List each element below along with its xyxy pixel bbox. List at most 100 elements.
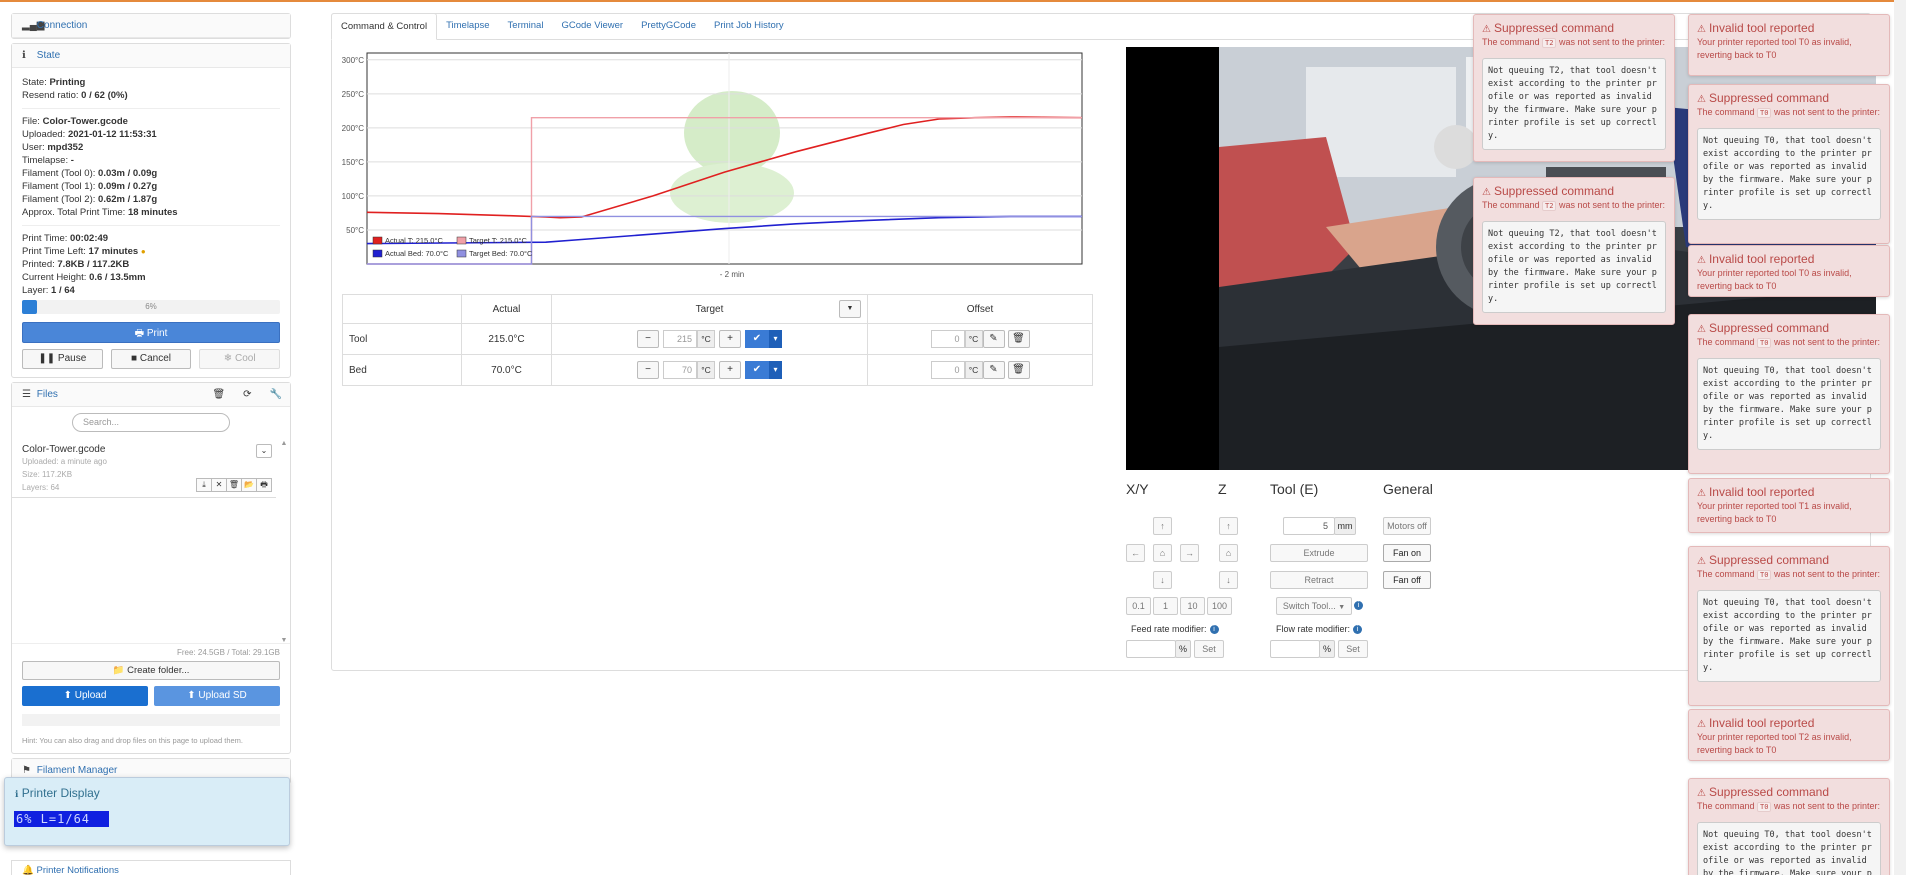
flow-rate-set-button[interactable]: Set xyxy=(1338,640,1368,658)
suppressed-command-toast[interactable]: ⚠ Suppressed command The command T0 was no… xyxy=(1688,84,1890,244)
upload-sd-button[interactable]: ⬆ Upload SD xyxy=(154,686,280,706)
toast-text-pre: The command xyxy=(1482,200,1543,210)
invalid-tool-toast[interactable]: ⚠ Invalid tool reported Your printer repor… xyxy=(1688,478,1890,533)
fan-off-button[interactable]: Fan off xyxy=(1383,571,1431,589)
download-icon[interactable]: ⤓ xyxy=(196,478,212,492)
suppressed-command-toast[interactable]: ⚠ Suppressed command The command T2 was no… xyxy=(1473,14,1675,162)
decrease-target-button[interactable]: − xyxy=(637,330,659,348)
remove-icon[interactable]: ✕ xyxy=(211,478,227,492)
switch-tool-dropdown[interactable]: Switch Tool... ▼ xyxy=(1276,597,1352,615)
step-10-button[interactable]: 10 xyxy=(1180,597,1205,615)
step-1-button[interactable]: 1 xyxy=(1153,597,1178,615)
set-target-button[interactable]: ✔ xyxy=(745,330,769,348)
jog-y-plus-button[interactable]: ↑ xyxy=(1153,517,1172,535)
feed-rate-set-button[interactable]: Set xyxy=(1194,640,1224,658)
switch-tool-info-icon[interactable]: i xyxy=(1354,601,1363,610)
home-z-button[interactable]: ⌂ xyxy=(1219,544,1238,562)
upload-button[interactable]: ⬆ Upload xyxy=(22,686,148,706)
fan-on-button[interactable]: Fan on xyxy=(1383,544,1431,562)
create-folder-button[interactable]: 📁 Create folder... xyxy=(22,661,280,680)
target-dropdown-icon[interactable]: ▼ xyxy=(839,300,861,318)
invalid-tool-toast[interactable]: ⚠ Invalid tool reported Your printer repor… xyxy=(1688,709,1890,761)
connection-header[interactable]: ▂▄▆ Connection xyxy=(12,14,290,38)
target-options-button[interactable]: ▾ xyxy=(769,361,782,379)
home-xy-button[interactable]: ⌂ xyxy=(1153,544,1172,562)
delete-offset-button[interactable]: 🗑 xyxy=(1007,330,1030,348)
tab-terminal[interactable]: Terminal xyxy=(499,13,553,40)
set-target-button[interactable]: ✔ xyxy=(745,361,769,379)
retract-button[interactable]: Retract xyxy=(1270,571,1368,589)
feed-rate-input[interactable] xyxy=(1126,640,1176,658)
suppressed-command-toast[interactable]: ⚠ Suppressed command The command T2 was no… xyxy=(1473,177,1675,325)
increase-target-button[interactable]: + xyxy=(719,361,741,379)
scroll-down-icon[interactable]: ▼ xyxy=(280,637,288,644)
target-input[interactable]: 70 xyxy=(663,361,697,379)
suppressed-command-toast[interactable]: ⚠ Suppressed command The command T0 was no… xyxy=(1688,546,1890,706)
tab-print-job-history[interactable]: Print Job History xyxy=(705,13,793,40)
target-input[interactable]: 215 xyxy=(663,330,697,348)
edit-offset-button[interactable]: ✎ xyxy=(982,330,1005,348)
load-icon[interactable]: 📂 xyxy=(241,478,257,492)
step-100-button[interactable]: 100 xyxy=(1207,597,1232,615)
edit-offset-button[interactable]: ✎ xyxy=(982,361,1005,379)
folder-icon: 📁 xyxy=(112,665,125,676)
tab-timelapse[interactable]: Timelapse xyxy=(437,13,498,40)
cancel-button[interactable]: ■ Cancel xyxy=(110,349,192,369)
state-key: Uploaded: xyxy=(22,129,68,140)
invalid-tool-toast[interactable]: ⚠ Invalid tool reported Your printer repor… xyxy=(1688,14,1890,76)
offset-unit: °C xyxy=(964,361,983,379)
trash-icon[interactable]: 🗑 xyxy=(212,383,225,407)
xy-heading: X/Y xyxy=(1126,481,1149,497)
file-item[interactable]: Color-Tower.gcode Uploaded: a minute ago… xyxy=(12,440,276,498)
target-options-button[interactable]: ▾ xyxy=(769,330,782,348)
pause-button[interactable]: ❚❚ Pause xyxy=(22,349,103,369)
file-list-scrollbar[interactable]: ▲ ▼ xyxy=(280,440,288,644)
dot-icon: ● xyxy=(140,247,146,256)
temp-row-name: Tool xyxy=(342,323,462,355)
toast-command: T0 xyxy=(1757,570,1772,580)
printer-notifications-header[interactable]: 🔔 Printer Notifications xyxy=(11,860,291,875)
temp-col-offset: Offset xyxy=(867,294,1093,324)
offset-input[interactable]: 0 xyxy=(930,361,965,379)
decrease-target-button[interactable]: − xyxy=(637,361,659,379)
extrude-button[interactable]: Extrude xyxy=(1270,544,1368,562)
tab-command-control[interactable]: Command & Control xyxy=(331,13,438,40)
invalid-tool-toast[interactable]: ⚠ Invalid tool reported Your printer repor… xyxy=(1688,245,1890,297)
flow-rate-info-icon[interactable]: i xyxy=(1353,625,1363,635)
feed-rate-info-icon[interactable]: i xyxy=(1209,625,1219,635)
main-tabs: Command & Control Timelapse Terminal GCode … xyxy=(331,13,793,40)
files-header[interactable]: ☰ Files 🗑 ⟳ 🔧 xyxy=(12,383,290,407)
print-file-icon[interactable]: 🖶 xyxy=(256,478,272,492)
print-button[interactable]: 🖶 Print xyxy=(22,322,280,343)
state-row: Print Time: 00:02:49 xyxy=(22,232,280,245)
delete-offset-button[interactable]: 🗑 xyxy=(1007,361,1030,379)
extrude-amount-input[interactable]: 5 xyxy=(1283,517,1335,535)
jog-x-plus-button[interactable]: → xyxy=(1180,544,1199,562)
wrench-icon[interactable]: 🔧 xyxy=(270,383,282,407)
jog-y-minus-button[interactable]: ↓ xyxy=(1153,571,1172,589)
jog-z-plus-button[interactable]: ↑ xyxy=(1219,517,1238,535)
suppressed-command-toast[interactable]: ⚠ Suppressed command The command T0 was no… xyxy=(1688,314,1890,474)
tab-prettygcode[interactable]: PrettyGCode xyxy=(632,13,705,40)
delete-icon[interactable]: 🗑 xyxy=(226,478,242,492)
page-scrollbar[interactable] xyxy=(1894,0,1906,875)
files-search-input[interactable]: Search... xyxy=(72,413,230,432)
refresh-icon[interactable]: ⟳ xyxy=(243,383,251,407)
toast-body: Your printer reported tool T0 as invalid… xyxy=(1697,37,1852,60)
tab-gcode-viewer[interactable]: GCode Viewer xyxy=(552,13,632,40)
offset-input[interactable]: 0 xyxy=(930,330,965,348)
minus-icon: − xyxy=(645,333,651,344)
state-header[interactable]: ℹ State xyxy=(12,44,290,68)
jog-x-minus-button[interactable]: ← xyxy=(1126,544,1145,562)
scroll-up-icon[interactable]: ▲ xyxy=(280,440,288,447)
increase-target-button[interactable]: + xyxy=(719,330,741,348)
flow-rate-input[interactable] xyxy=(1270,640,1320,658)
extrude-unit: mm xyxy=(1334,517,1356,535)
motors-off-button[interactable]: Motors off xyxy=(1383,517,1431,535)
chevron-down-icon[interactable]: ⌄ xyxy=(256,444,272,458)
step-0-1-button[interactable]: 0.1 xyxy=(1126,597,1151,615)
cool-button[interactable]: ❄ Cool xyxy=(199,349,281,369)
state-value: 0.6 / 13.5mm xyxy=(89,272,146,283)
suppressed-command-toast[interactable]: ⚠ Suppressed command The command T0 was no… xyxy=(1688,778,1890,875)
jog-z-minus-button[interactable]: ↓ xyxy=(1219,571,1238,589)
